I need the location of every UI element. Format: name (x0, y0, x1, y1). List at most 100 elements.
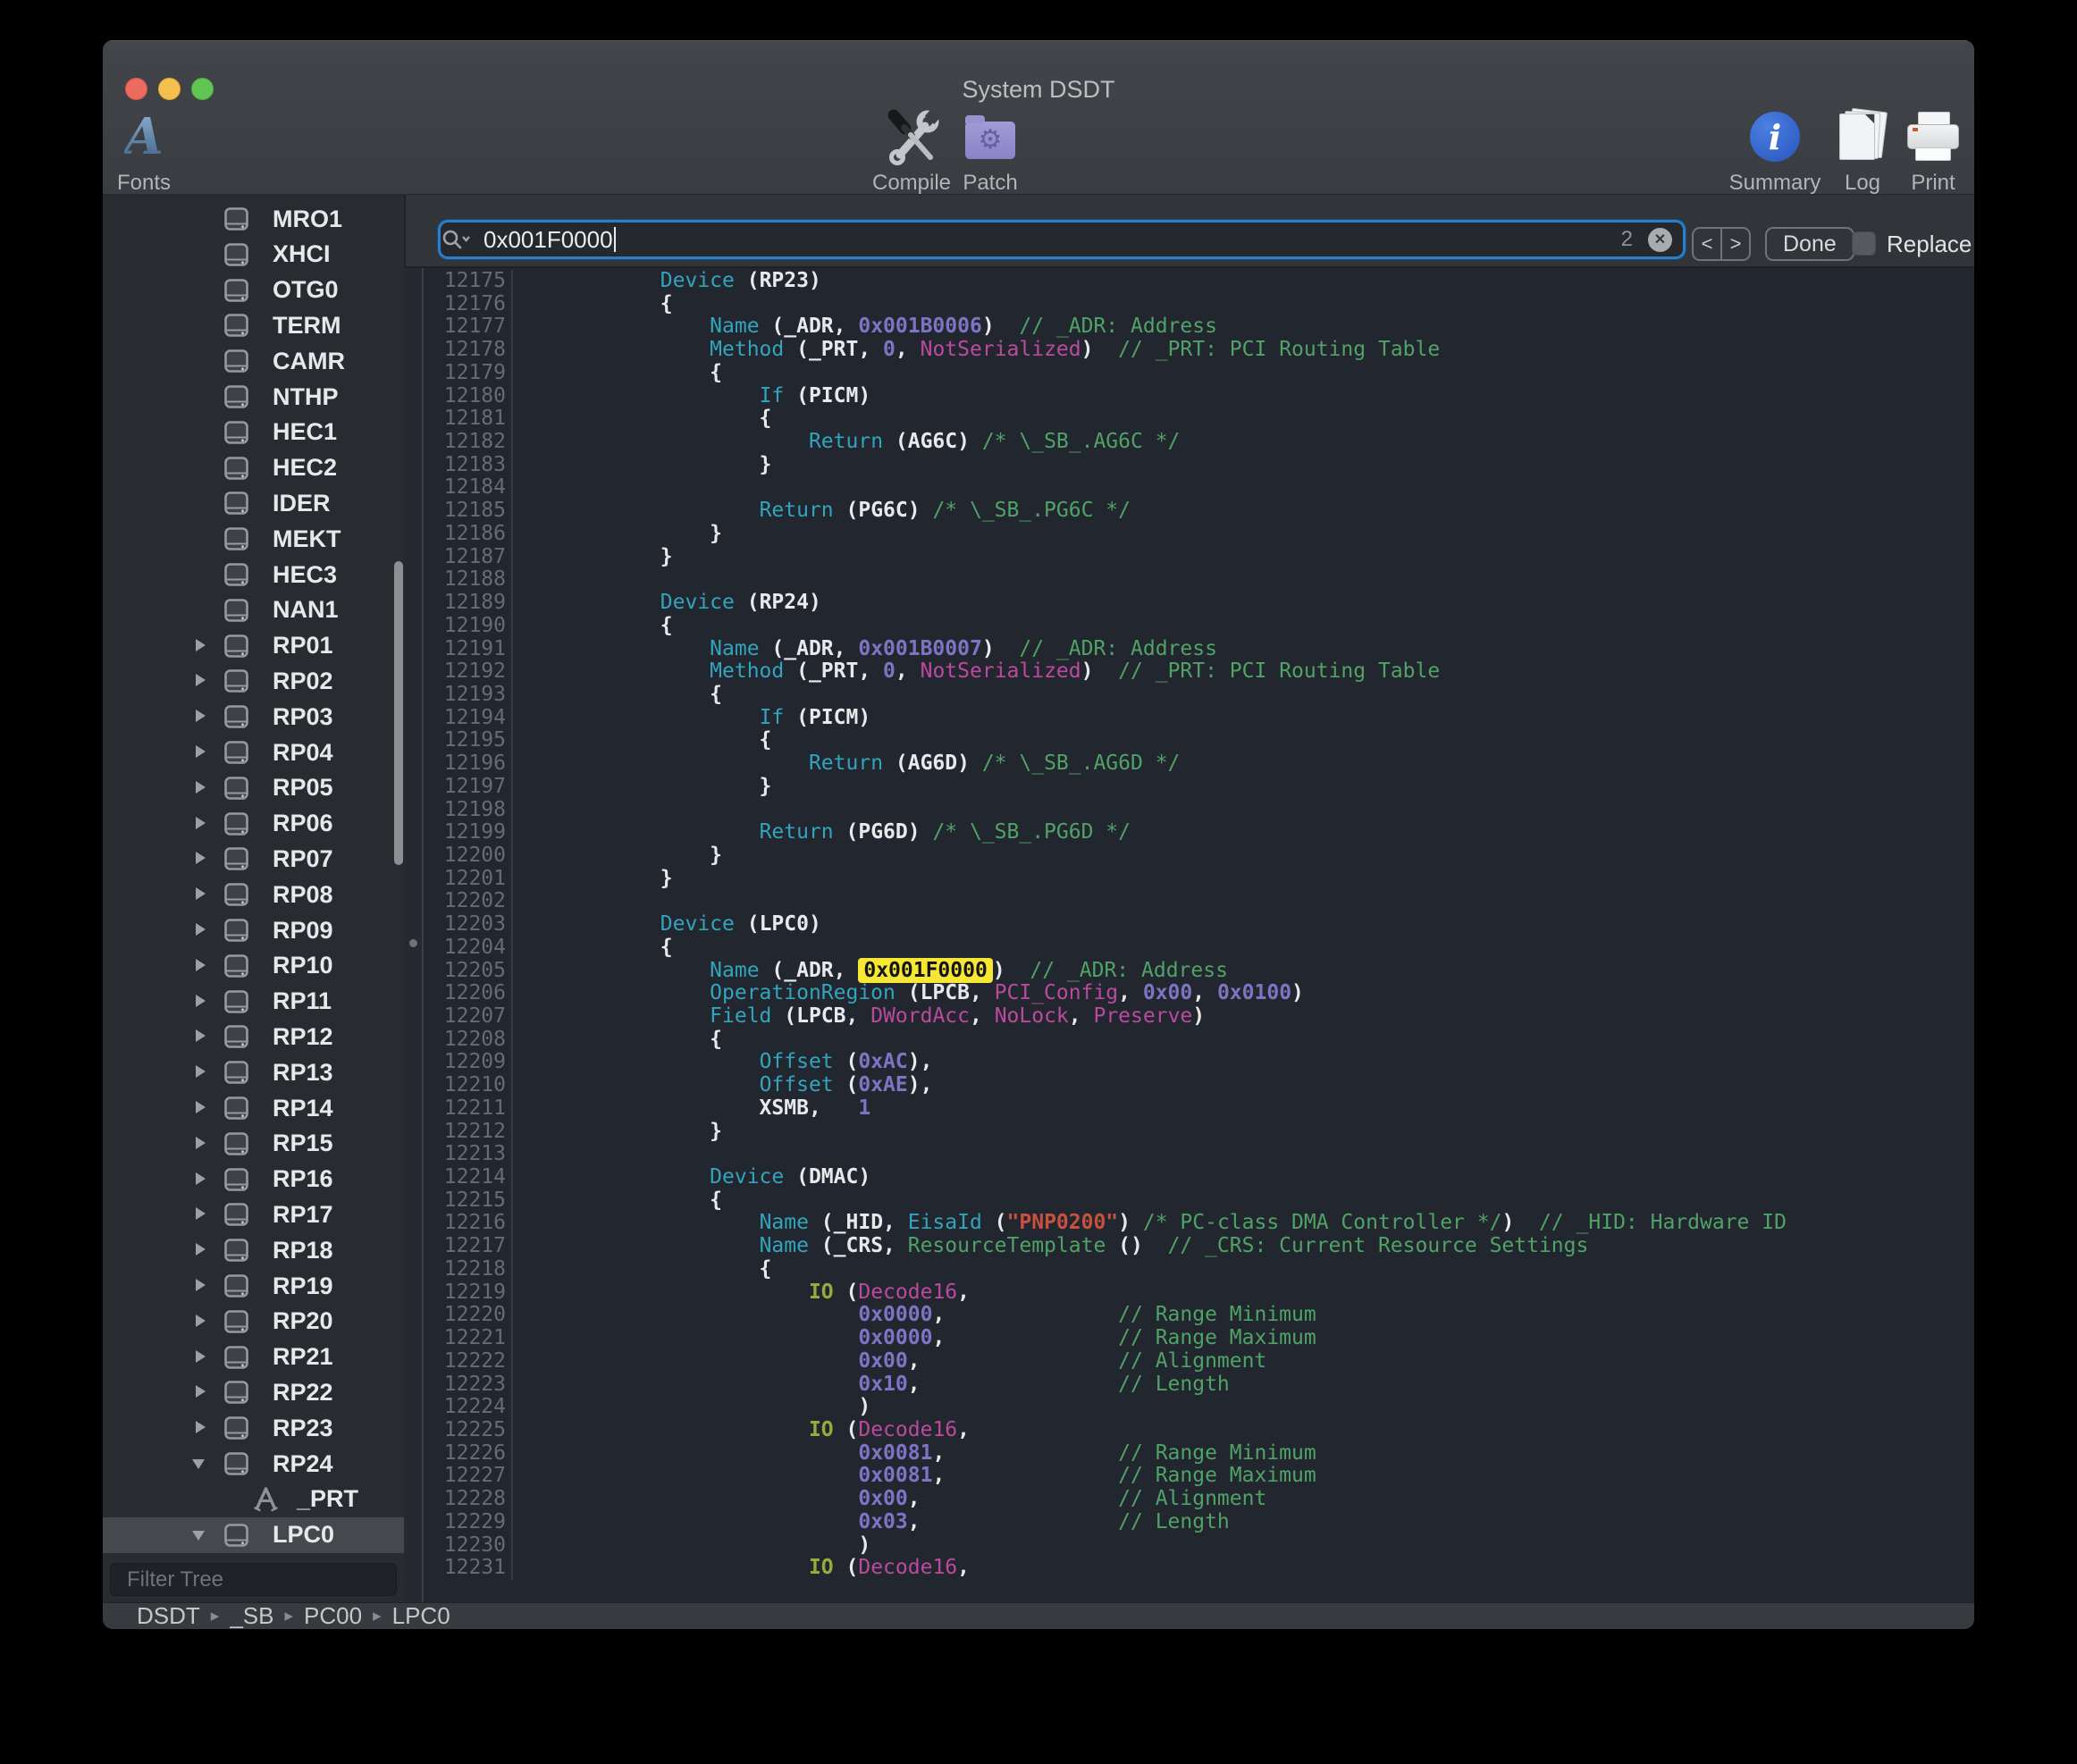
code-line[interactable]: 12224 ) (424, 1396, 1974, 1419)
chevron-right-icon[interactable] (196, 1243, 206, 1256)
sidebar-item-otg0[interactable]: OTG0 (103, 273, 404, 308)
code-line[interactable]: 12211 XSMB, 1 (424, 1097, 1974, 1121)
chevron-right-icon[interactable] (196, 1172, 206, 1185)
code-line[interactable]: 12218 { (424, 1258, 1974, 1281)
sidebar-item-rp07[interactable]: RP07 (103, 841, 404, 877)
split-divider[interactable] (404, 268, 424, 1602)
code-line[interactable]: 12210 Offset (0xAE), (424, 1074, 1974, 1097)
sidebar-item-hec1[interactable]: HEC1 (103, 415, 404, 450)
chevron-right-icon[interactable] (196, 1350, 206, 1363)
code-line[interactable]: 12204 { (424, 937, 1974, 960)
chevron-right-icon[interactable] (196, 639, 206, 651)
code-line[interactable]: 12196 Return (AG6D) /* \_SB_.AG6D */ (424, 752, 1974, 776)
code-line[interactable]: 12177 Name (_ADR, 0x001B0006) // _ADR: A… (424, 315, 1974, 339)
sidebar-item-camr[interactable]: CAMR (103, 343, 404, 379)
code-line[interactable]: 12197 } (424, 776, 1974, 799)
sidebar-scrollbar-thumb[interactable] (394, 561, 403, 865)
code-line[interactable]: 12175 Device (RP23) (424, 270, 1974, 293)
chevron-right-icon[interactable] (196, 1207, 206, 1220)
code-editor[interactable]: 12175 Device (RP23)12176 {12177 Name (_A… (424, 268, 1974, 1602)
code-line[interactable]: 12209 Offset (0xAC), (424, 1051, 1974, 1074)
sidebar-item-_prt[interactable]: _PRT (103, 1482, 404, 1517)
code-line[interactable]: 12220 0x0000, // Range Minimum (424, 1304, 1974, 1327)
code-line[interactable]: 12217 Name (_CRS, ResourceTemplate () //… (424, 1235, 1974, 1258)
chevron-down-icon[interactable] (192, 1531, 205, 1541)
code-line[interactable]: 12223 0x10, // Length (424, 1373, 1974, 1397)
chevron-right-icon[interactable] (196, 1101, 206, 1113)
sidebar-item-rp02[interactable]: RP02 (103, 663, 404, 699)
done-button[interactable]: Done (1765, 227, 1854, 261)
sidebar-item-xhci[interactable]: XHCI (103, 237, 404, 273)
code-line[interactable]: 12191 Name (_ADR, 0x001B0007) // _ADR: A… (424, 638, 1974, 661)
code-line[interactable]: 12226 0x0081, // Range Minimum (424, 1442, 1974, 1466)
code-line[interactable]: 12193 { (424, 684, 1974, 707)
sidebar-item-rp03[interactable]: RP03 (103, 699, 404, 735)
code-line[interactable]: 12186 } (424, 523, 1974, 546)
breadcrumb-item-lpc0[interactable]: LPC0 (392, 1602, 450, 1629)
code-line[interactable]: 12214 Device (DMAC) (424, 1166, 1974, 1189)
breadcrumb-item-pc00[interactable]: PC00 (304, 1602, 362, 1629)
sidebar-item-nan1[interactable]: NAN1 (103, 592, 404, 628)
chevron-right-icon[interactable] (196, 1385, 206, 1398)
sidebar-item-hec3[interactable]: HEC3 (103, 557, 404, 592)
code-line[interactable]: 12215 { (424, 1189, 1974, 1213)
sidebar-item-rp14[interactable]: RP14 (103, 1090, 404, 1126)
code-line[interactable]: 12205 Name (_ADR, 0x001F0000) // _ADR: A… (424, 960, 1974, 983)
fonts-button[interactable]: A Fonts (103, 106, 215, 196)
code-line[interactable]: 12181 { (424, 407, 1974, 431)
code-line[interactable]: 12231 IO (Decode16, (424, 1557, 1974, 1580)
code-line[interactable]: 12184 (424, 476, 1974, 500)
sidebar-item-rp13[interactable]: RP13 (103, 1054, 404, 1090)
chevron-down-icon[interactable] (192, 1459, 205, 1469)
sidebar-item-rp19[interactable]: RP19 (103, 1268, 404, 1304)
chevron-right-icon[interactable] (196, 1065, 206, 1078)
code-line[interactable]: 12213 (424, 1143, 1974, 1166)
sidebar-item-rp24[interactable]: RP24 (103, 1446, 404, 1482)
chevron-right-icon[interactable] (196, 1279, 206, 1291)
code-line[interactable]: 12194 If (PICM) (424, 707, 1974, 730)
sidebar-item-rp23[interactable]: RP23 (103, 1410, 404, 1446)
sidebar-item-rp18[interactable]: RP18 (103, 1232, 404, 1268)
code-line[interactable]: 12200 } (424, 844, 1974, 868)
code-line[interactable]: 12201 } (424, 868, 1974, 891)
chevron-right-icon[interactable] (196, 1315, 206, 1327)
find-next-button[interactable]: > (1722, 229, 1749, 259)
chevron-right-icon[interactable] (196, 710, 206, 722)
sidebar-item-rp22[interactable]: RP22 (103, 1374, 404, 1410)
code-line[interactable]: 12183 } (424, 454, 1974, 477)
sidebar-item-rp21[interactable]: RP21 (103, 1340, 404, 1375)
chevron-right-icon[interactable] (196, 1421, 206, 1433)
code-line[interactable]: 12179 { (424, 362, 1974, 385)
chevron-right-icon[interactable] (196, 817, 206, 829)
patch-button[interactable]: ⚙ Patch (919, 106, 1062, 196)
code-line[interactable]: 12182 Return (AG6C) /* \_SB_.AG6C */ (424, 431, 1974, 454)
code-line[interactable]: 12199 Return (PG6D) /* \_SB_.PG6D */ (424, 821, 1974, 844)
sidebar-item-hec2[interactable]: HEC2 (103, 450, 404, 486)
code-line[interactable]: 12198 (424, 799, 1974, 822)
code-line[interactable]: 12192 Method (_PRT, 0, NotSerialized) //… (424, 660, 1974, 684)
find-previous-button[interactable]: < (1694, 229, 1720, 259)
replace-checkbox[interactable] (1852, 231, 1876, 256)
breadcrumb-item-dsdt[interactable]: DSDT (137, 1602, 200, 1629)
sidebar-item-rp15[interactable]: RP15 (103, 1126, 404, 1162)
sidebar-item-rp16[interactable]: RP16 (103, 1162, 404, 1197)
sidebar-item-mro1[interactable]: MRO1 (103, 201, 404, 237)
code-line[interactable]: 12180 If (PICM) (424, 385, 1974, 408)
filter-tree-input[interactable] (125, 1567, 406, 1593)
chevron-right-icon[interactable] (196, 887, 206, 900)
code-line[interactable]: 12188 (424, 568, 1974, 592)
chevron-right-icon[interactable] (196, 852, 206, 864)
code-line[interactable]: 12203 Device (LPC0) (424, 913, 1974, 937)
code-line[interactable]: 12176 { (424, 293, 1974, 316)
sidebar-item-ider[interactable]: IDER (103, 485, 404, 521)
code-line[interactable]: 12230 ) (424, 1534, 1974, 1558)
chevron-right-icon[interactable] (196, 995, 206, 1007)
sidebar-item-rp10[interactable]: RP10 (103, 948, 404, 984)
sidebar-item-rp06[interactable]: RP06 (103, 806, 404, 842)
sidebar-item-term[interactable]: TERM (103, 307, 404, 343)
chevron-right-icon[interactable] (196, 959, 206, 971)
sidebar-item-rp11[interactable]: RP11 (103, 984, 404, 1020)
code-line[interactable]: 12185 Return (PG6C) /* \_SB_.PG6C */ (424, 500, 1974, 523)
sidebar-item-lpc0[interactable]: LPC0 (103, 1517, 404, 1553)
print-button[interactable]: Print (1862, 106, 1974, 196)
